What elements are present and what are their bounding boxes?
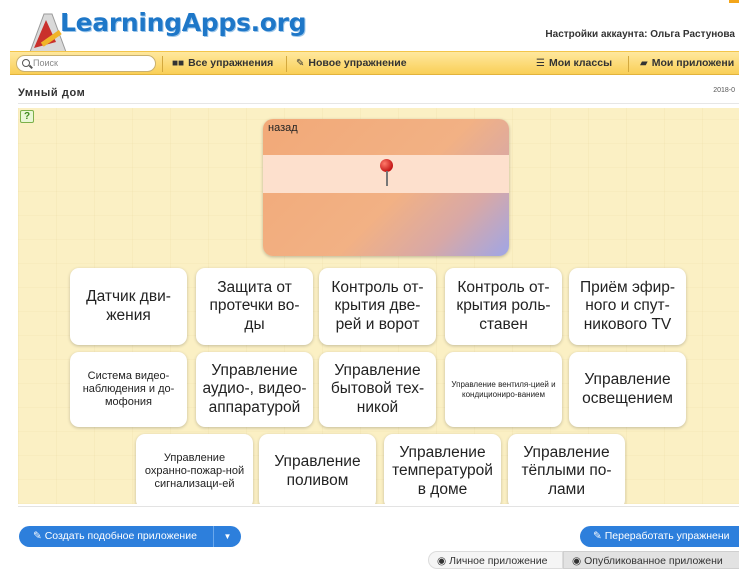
nav-all-exercises[interactable]: ■■ Все упражнения (172, 57, 273, 69)
title-divider (18, 103, 739, 104)
folder-icon: ▰ (640, 58, 648, 69)
pencil-icon: ✎ (593, 530, 605, 542)
logo[interactable]: LearningApps.org (18, 0, 307, 58)
nav-my-classes[interactable]: ☰ Мои классы (536, 57, 612, 69)
nav-my-classes-label: Мои классы (548, 57, 613, 69)
create-similar-app-button[interactable]: ✎ Создать подобное приложение ▼ (19, 526, 241, 547)
answer-card[interactable]: Управление бытовой тех-никой (319, 352, 436, 427)
footer-divider (18, 506, 739, 507)
answer-card[interactable]: Система видео-наблюдения и до-мофония (70, 352, 187, 427)
map-card[interactable]: назад (263, 119, 509, 256)
answer-card[interactable]: Управление поливом (259, 434, 376, 504)
logo-text: LearningApps.org (60, 8, 307, 37)
top-accent-bar (729, 0, 739, 3)
published-app-toggle[interactable]: ◉ Опубликованное приложени (563, 551, 739, 569)
main-navbar: Поиск ■■ Все упражнения ✎ Новое упражнение… (10, 51, 739, 75)
nav-my-apps-label: Мои приложени (651, 57, 735, 69)
search-icon (22, 59, 30, 67)
account-name: Ольга Растунова (650, 29, 735, 40)
account-settings-link[interactable]: Настройки аккаунта: Ольга Растунова (545, 29, 735, 40)
search-placeholder: Поиск (33, 58, 58, 68)
nav-new-exercise-label: Новое упражнение (308, 57, 407, 69)
chevron-down-icon[interactable]: ▼ (213, 526, 241, 547)
grid-icon: ■■ (172, 58, 185, 69)
nav-new-exercise[interactable]: ✎ Новое упражнение (296, 57, 407, 69)
edit-icon: ✎ (33, 530, 45, 542)
nav-divider (286, 56, 287, 72)
published-app-label: Опубликованное приложени (584, 555, 723, 567)
map-pin-needle (386, 171, 388, 186)
answer-card[interactable]: Управление тёплыми по-лами (508, 434, 625, 504)
personal-app-label: Личное приложение (449, 555, 548, 567)
nav-divider (628, 56, 629, 72)
nav-all-exercises-label: Все упражнения (188, 57, 274, 69)
rework-label: Переработать упражнени (604, 530, 730, 542)
answer-card[interactable]: Управление вентиля-цией и кондициониро-в… (445, 352, 562, 427)
answer-card[interactable]: Датчик дви-жения (70, 268, 187, 345)
nav-divider (162, 56, 163, 72)
answer-card[interactable]: Контроль от-крытия две-рей и ворот (319, 268, 436, 345)
account-label: Настройки аккаунта: (545, 29, 651, 40)
answer-card[interactable]: Контроль от-крытия роль-ставен (445, 268, 562, 345)
eye-icon: ◉ (572, 555, 585, 567)
personal-app-toggle[interactable]: ◉ Личное приложение (428, 551, 563, 569)
answer-card[interactable]: Управление освещением (569, 352, 686, 427)
help-icon[interactable]: ? (20, 110, 34, 123)
answer-card[interactable]: Управление охранно-пожар-ной сигнализаци… (136, 434, 253, 504)
list-icon: ☰ (536, 58, 545, 69)
map-back-link[interactable]: назад (268, 122, 298, 134)
answer-card[interactable]: Приём эфир-ного и спут-никового TV (569, 268, 686, 345)
eye-slash-icon: ◉ (437, 555, 450, 567)
app-canvas: ? назад Датчик дви-жения Защита от проте… (18, 108, 739, 504)
pencil-icon: ✎ (296, 58, 305, 69)
answer-card[interactable]: Управление аудио-, видео-аппаратурой (196, 352, 313, 427)
create-similar-label: Создать подобное приложение (44, 530, 197, 542)
answer-card[interactable]: Защита от протечки во-ды (196, 268, 313, 345)
page-date: 2018-0 (713, 87, 735, 94)
search-input[interactable]: Поиск (16, 55, 156, 72)
answer-card[interactable]: Управление температурой в доме (384, 434, 501, 504)
nav-my-apps[interactable]: ▰ Мои приложени (640, 57, 734, 69)
page-title: Умный дом (18, 87, 86, 99)
rework-exercise-button[interactable]: ✎ Переработать упражнени (580, 526, 739, 547)
